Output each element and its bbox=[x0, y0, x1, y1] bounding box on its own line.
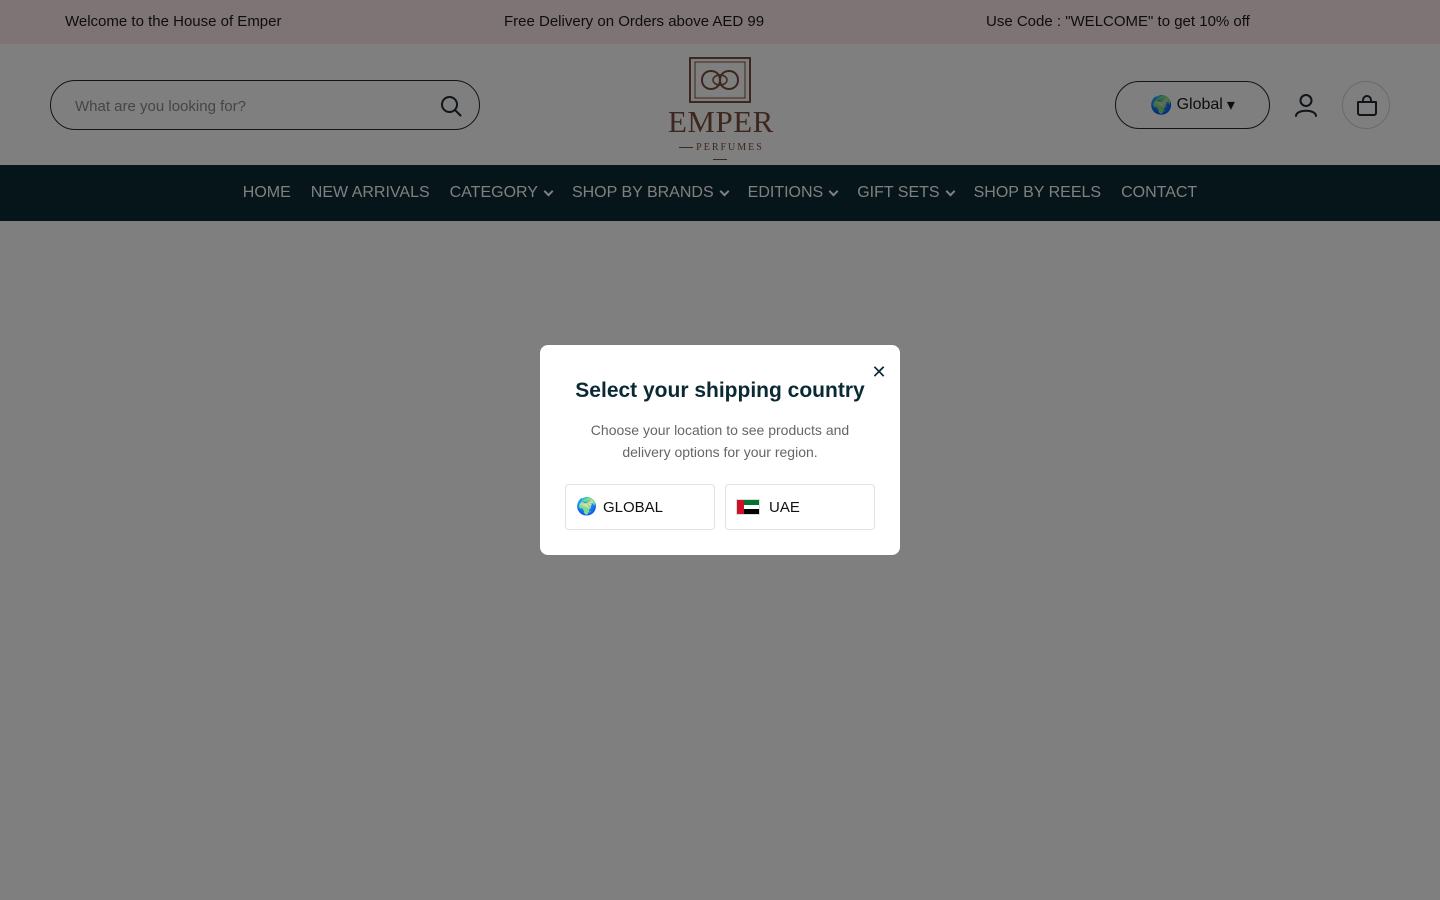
modal-description: Choose your location to see products and… bbox=[590, 422, 850, 460]
uae-flag-icon bbox=[736, 499, 760, 515]
shipping-country-modal: ✕ Select your shipping country Choose yo… bbox=[540, 345, 900, 555]
globe-icon: 🌍 bbox=[576, 497, 598, 516]
country-option-label: GLOBAL bbox=[603, 498, 664, 516]
country-option-label: UAE bbox=[769, 498, 800, 516]
country-option-global[interactable]: 🌍 GLOBAL bbox=[565, 484, 715, 530]
modal-title: Select your shipping country bbox=[575, 379, 865, 402]
country-option-uae[interactable]: UAE bbox=[725, 484, 875, 530]
